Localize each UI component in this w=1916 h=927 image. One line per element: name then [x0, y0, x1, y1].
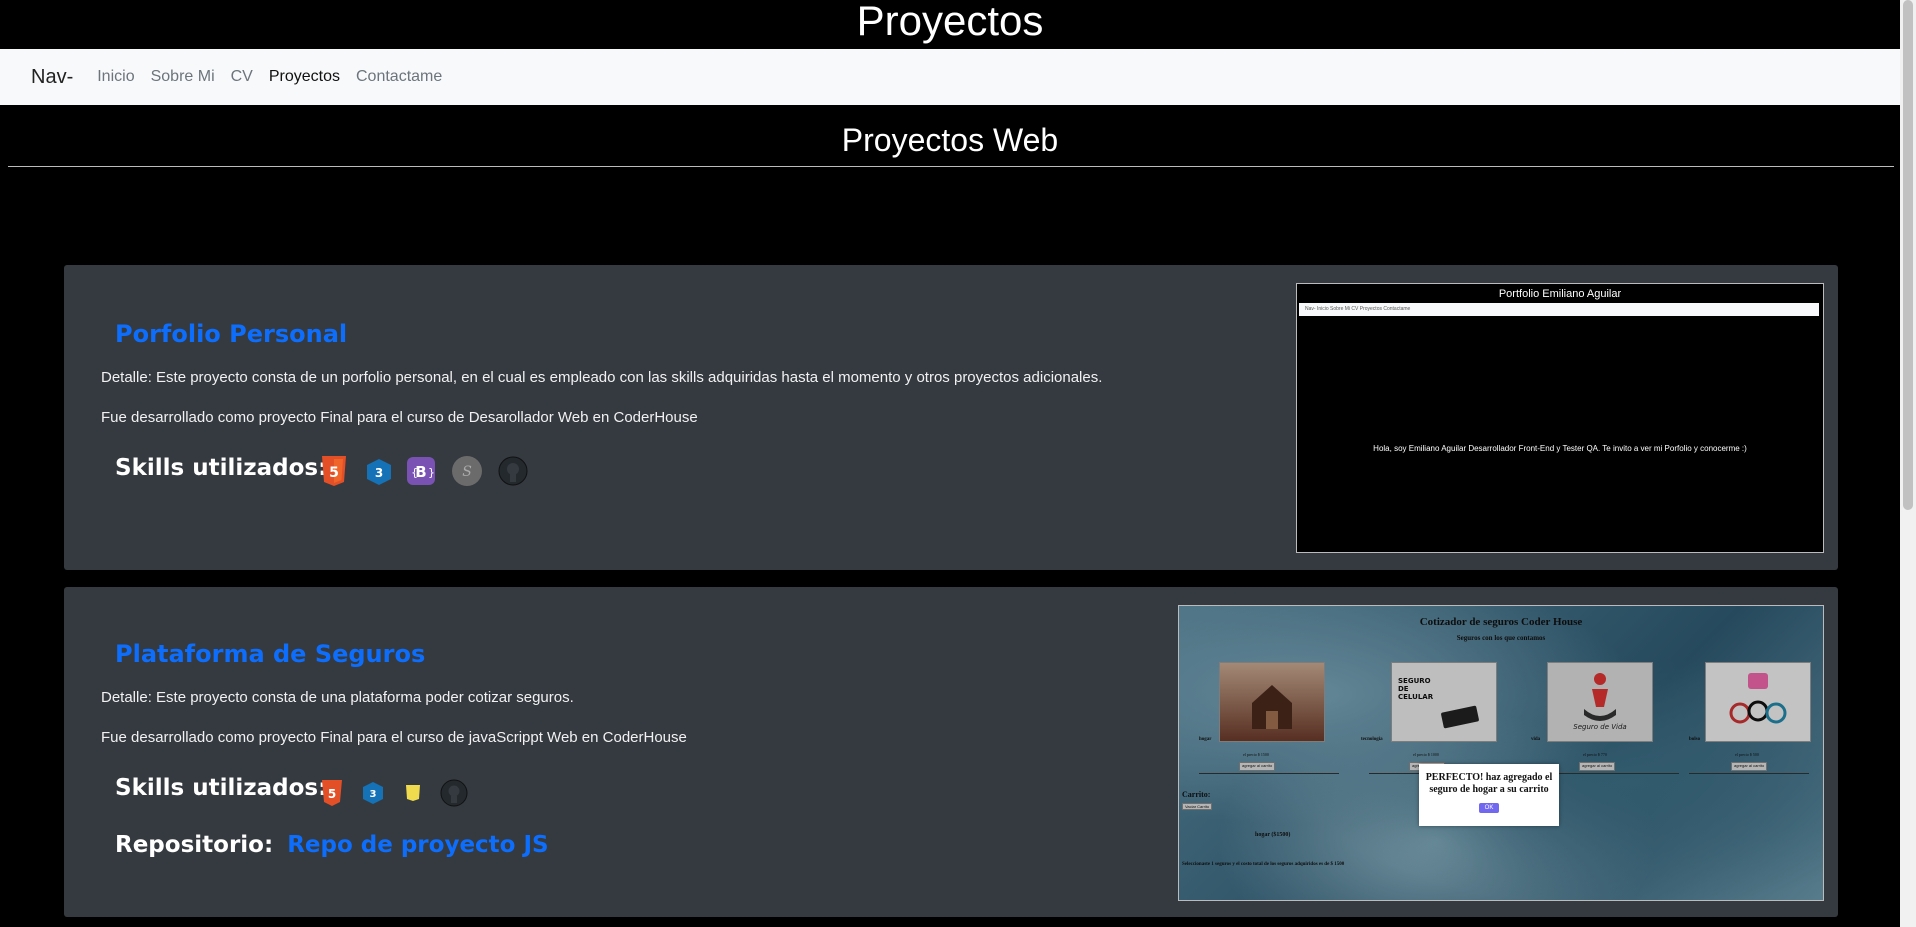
svg-text:5: 5 — [328, 787, 336, 801]
svg-text:{: { — [411, 466, 418, 479]
project-detail: Detalle: Este proyecto consta de un porf… — [101, 369, 1103, 386]
repo-label: Repositorio: — [115, 832, 274, 858]
project-card-porfolio: Porfolio Personal Detalle: Este proyecto… — [64, 265, 1838, 570]
navbar: Nav- Inicio Sobre Mi CV Proyectos Contac… — [0, 49, 1900, 105]
screenshot-title: Portfolio Emiliano Aguilar — [1498, 288, 1622, 300]
project-screenshot: Cotizador de seguros Coder House Seguros… — [1178, 605, 1824, 901]
navbar-brand[interactable]: Nav- — [31, 66, 73, 89]
github-icon — [440, 779, 468, 807]
section-divider — [8, 166, 1894, 167]
svg-text:}: } — [428, 466, 435, 479]
screenshot-body-text: Hola, soy Emiliano Aguilar Desarrollador… — [1373, 444, 1747, 453]
nav-link-sobre-mi[interactable]: Sobre Mi — [151, 68, 215, 86]
project-title: Porfolio Personal — [115, 320, 348, 348]
page-header: Proyectos — [0, 0, 1900, 49]
screenshot-navbar: Nav- Inicio Sobre Mi CV Proyectos Contac… — [1299, 303, 1819, 316]
javascript-icon — [406, 785, 420, 801]
project-title: Plataforma de Seguros — [115, 640, 426, 668]
page-title: Proyectos — [856, 0, 1044, 44]
html5-icon: 5 — [322, 456, 346, 486]
skills-label: Skills utilizados: — [115, 775, 328, 801]
scrollbar-thumb[interactable] — [1903, 0, 1913, 510]
project-course: Fue desarrollado como proyecto Final par… — [101, 409, 698, 426]
svg-text:5: 5 — [329, 465, 339, 481]
html5-icon: 5 — [322, 780, 342, 806]
modal-message: PERFECTO! haz agregado el seguro de hoga… — [1425, 772, 1553, 795]
project-screenshot: Portfolio Emiliano Aguilar Nav- Inicio S… — [1296, 283, 1824, 553]
repo-link[interactable]: Repo de proyecto JS — [287, 832, 548, 858]
alert-modal: PERFECTO! haz agregado el seguro de hoga… — [1419, 764, 1559, 826]
svg-text:S: S — [462, 464, 472, 480]
modal-overlay — [1179, 606, 1823, 900]
project-card-seguros: Plataforma de Seguros Detalle: Este proy… — [64, 587, 1838, 917]
css3-icon: 3 — [363, 782, 383, 804]
nav-link-contactame[interactable]: Contactame — [356, 68, 442, 86]
nav-link-inicio[interactable]: Inicio — [97, 68, 134, 86]
svg-text:3: 3 — [375, 466, 383, 480]
svg-text:3: 3 — [370, 789, 377, 800]
github-icon — [498, 456, 528, 486]
project-detail: Detalle: Este proyecto consta de una pla… — [101, 689, 574, 706]
nav-link-proyectos[interactable]: Proyectos — [269, 68, 340, 86]
sass-icon: S — [452, 456, 482, 486]
project-course: Fue desarrollado como proyecto Final par… — [101, 729, 687, 746]
section-title: Proyectos Web — [841, 122, 1059, 158]
skills-label: Skills utilizados: — [115, 455, 328, 481]
nav-link-cv[interactable]: CV — [231, 68, 253, 86]
css3-icon: 3 — [367, 459, 391, 485]
repo-row: Repositorio: Repo de proyecto JS — [115, 832, 549, 858]
modal-ok-button: OK — [1478, 803, 1500, 813]
bootstrap-icon: B { } — [407, 457, 435, 485]
